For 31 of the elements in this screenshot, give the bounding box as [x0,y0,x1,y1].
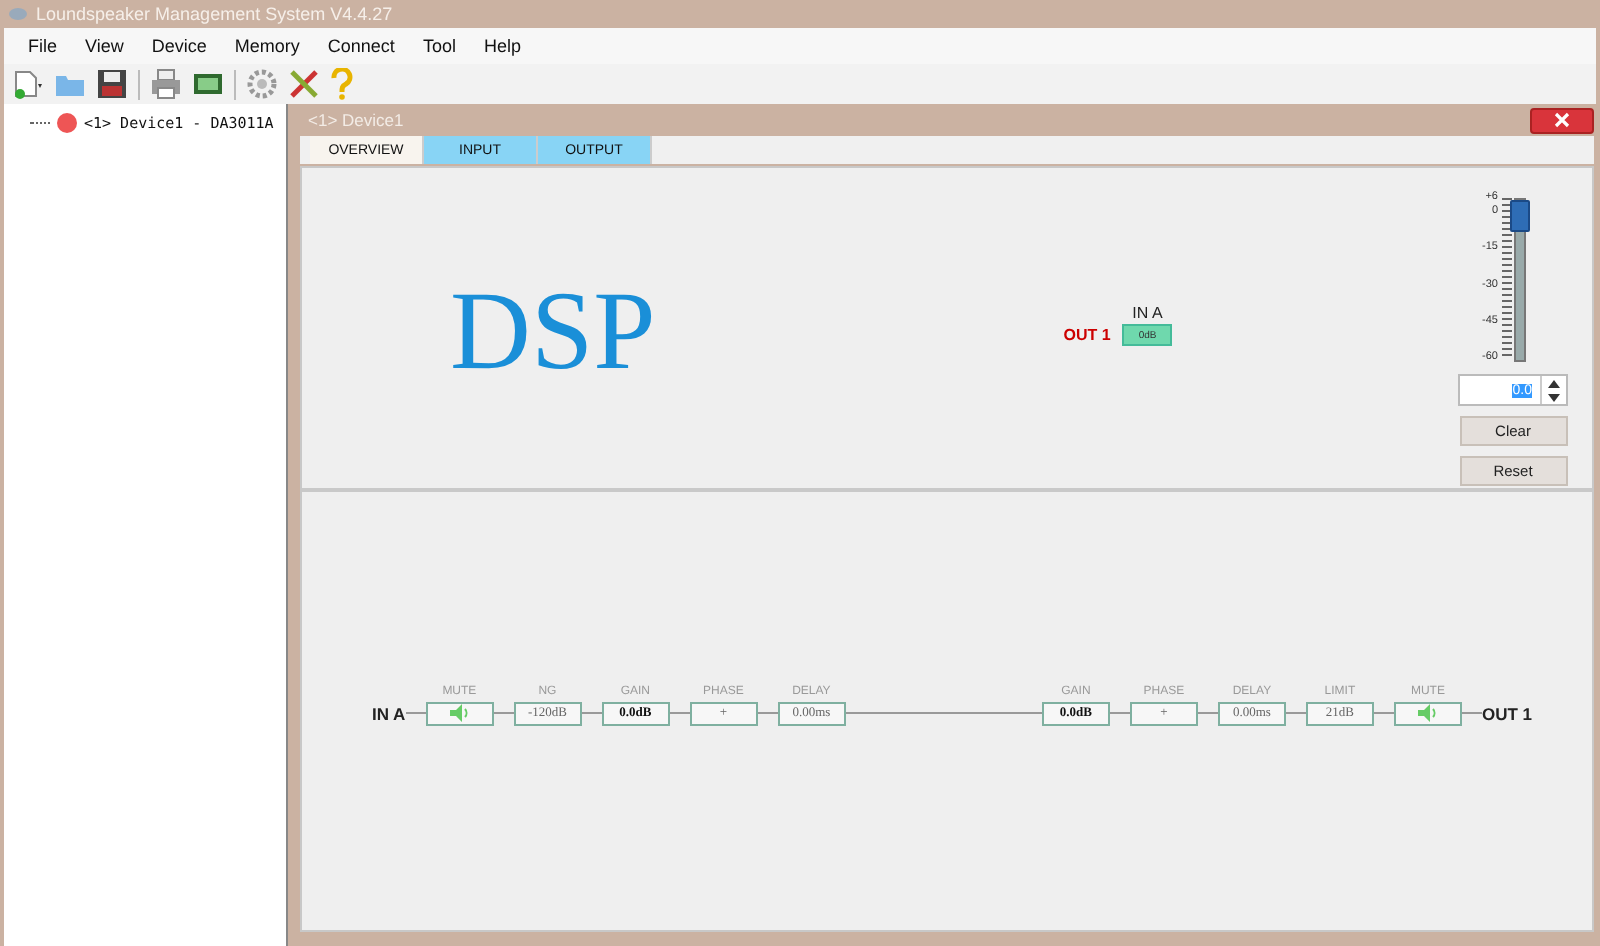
speaker-icon [449,704,470,722]
save-icon[interactable] [96,68,128,100]
menu-item[interactable]: Memory [220,36,314,56]
new-file-icon[interactable] [12,68,44,100]
menu-item[interactable]: Connect [313,36,409,56]
menu-item[interactable]: Help [469,36,535,56]
menu-item[interactable]: File [14,36,72,56]
close-icon [1554,112,1570,128]
fader-handle[interactable] [1510,200,1530,233]
close-button[interactable] [1530,107,1594,133]
device-status-icon [56,112,78,134]
chip-icon[interactable] [192,68,224,100]
app-icon [8,6,28,22]
menu-item[interactable]: View [71,36,138,56]
dsp-logo: DSP [450,276,656,388]
matrix-input-label: IN A [1132,304,1163,322]
menu-item[interactable]: Tool [408,36,470,56]
up-arrow-icon[interactable] [1548,379,1560,387]
speaker-icon [1417,704,1438,722]
printer-icon[interactable] [150,68,182,100]
input-label: IN A [372,701,406,725]
window-title: <1> Device1 [308,110,404,130]
window-title: Loundspeaker Management System V4.4.27 [36,4,393,24]
settings-icon[interactable] [246,68,278,100]
output-label: OUT 1 [1481,701,1532,725]
matrix-output-label: OUT 1 [1063,326,1111,344]
mute-button[interactable] [1393,701,1462,725]
menu-item[interactable]: Device [137,36,221,56]
tools-icon[interactable] [288,68,320,100]
mute-button[interactable] [425,701,494,725]
down-arrow-icon[interactable] [1548,393,1560,401]
